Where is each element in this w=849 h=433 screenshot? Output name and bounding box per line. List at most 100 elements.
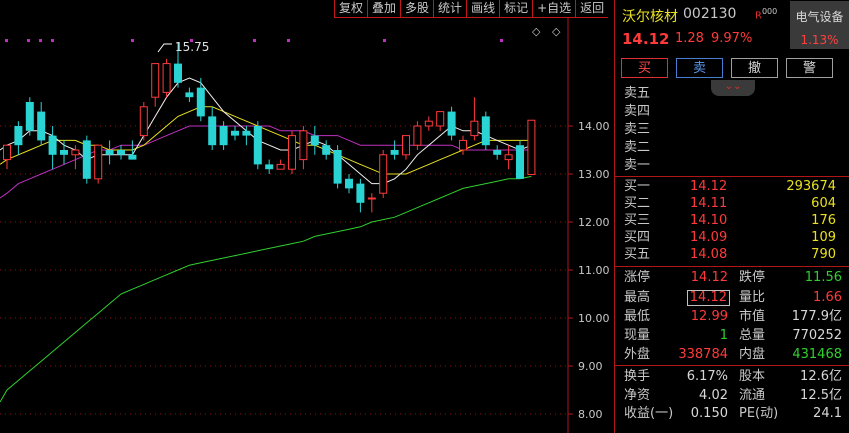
sector-box[interactable]: 电气设备 1.13% [790,1,849,49]
ma60-line [0,175,532,403]
bid-row: 买一 14.12 293674 [624,179,836,194]
peak-annotation: 15.75 [157,40,209,54]
candle-up [299,126,308,170]
toolbar-item-mark[interactable]: 标记 [499,0,533,18]
stat-row: 收益(一) 0.150 PE(动) 24.1 [624,406,842,421]
toolbar-item-back[interactable]: 返回 [575,0,609,18]
toolbar: 复权 叠加 多股 统计 画线 标记 +自选 返回 [334,0,609,18]
candle-up [94,144,103,184]
candle-up [139,102,148,141]
bid-row: 买五 14.08 790 [624,247,836,262]
candle-body [25,102,34,131]
candle-down [105,140,114,165]
candle-body [151,63,160,98]
y-tick-label: 9.00 [578,360,603,373]
candle-down [48,126,57,170]
candle-down [14,121,23,155]
options-icon[interactable]: ◇ [552,25,561,38]
candle-down [310,126,319,155]
buy-button[interactable]: 买 [621,58,668,78]
event-marker [287,39,290,42]
event-marker [51,39,54,42]
candle-up [402,135,410,160]
candle-body [196,87,205,117]
bid-row: 买二 14.11 604 [624,196,836,211]
toolbar-item-watchlist[interactable]: +自选 [532,0,576,18]
candle-body [436,111,445,127]
divider [615,365,849,366]
candle-body [242,130,251,136]
candle-body [413,125,422,146]
candle-body [481,116,490,146]
event-marker [27,39,30,42]
candle-up [527,119,536,175]
candle-down [493,145,502,160]
candle-down [231,126,239,141]
candle-body [459,139,467,151]
candle-body [322,145,331,155]
trade-buttons: 买 卖 撤 警 [621,58,833,78]
candle-body [3,144,11,161]
ask-row: 卖三 [624,122,651,137]
quote-panel: 沃尔核材 002130 R000 电气设备 1.13% 14.12 1.28 9… [614,0,849,433]
candle-down [390,140,399,160]
candle-down [25,97,34,136]
sector-name: 电气设备 [795,10,844,24]
y-axis-ticks: 14.00 13.00 12.00 11.00 10.00 9.00 8.00 [568,120,610,421]
candle-body [310,135,319,146]
candle-down [333,145,342,189]
candle-body [219,126,228,146]
candle-up [276,159,285,170]
y-tick-label: 10.00 [578,312,610,325]
candle-body [299,130,308,161]
candle-body [60,150,68,155]
candle-up [162,58,171,98]
kline-chart[interactable]: 14.0013.0012.0011.0010.009.008.00 15.75 … [0,0,614,433]
candle-body [516,145,524,179]
sell-button[interactable]: 卖 [676,58,723,78]
candle-body [379,154,388,194]
toolbar-item-adjust[interactable]: 复权 [334,0,368,18]
alert-button[interactable]: 警 [786,58,833,78]
candle-body [71,149,80,156]
divider [615,266,849,267]
candle-body [288,135,296,170]
event-marker [39,39,42,42]
price-change: 1.28 [675,31,704,46]
toolbar-item-overlay[interactable]: 叠加 [367,0,401,18]
candle-down [356,178,365,213]
candle-up [379,150,388,198]
candle-body [48,135,57,155]
candle-body [527,119,536,175]
toolbar-item-multi[interactable]: 多股 [400,0,434,18]
y-tick-label: 8.00 [578,408,603,421]
candle-up [367,193,376,213]
ask-row: 卖五 [624,86,651,101]
candle-up [470,97,479,141]
divider [615,176,849,177]
candle-down [117,145,125,160]
candle-down [208,106,217,150]
event-marker [131,39,134,42]
y-tick-label: 14.00 [578,120,610,133]
cancel-button[interactable]: 撤 [731,58,778,78]
candle-body [185,92,194,98]
event-marker [253,39,256,42]
candle-body [37,111,46,141]
toolbar-item-draw[interactable]: 画线 [466,0,500,18]
candle-body [94,144,103,180]
candle-body [139,106,148,137]
stat-row: 净资 4.02 流通 12.5亿 [624,388,842,403]
candle-body [253,126,262,165]
candle-body [208,116,217,146]
candle-body [14,126,23,146]
candle-down [516,140,524,179]
toolbar-item-stats[interactable]: 统计 [433,0,467,18]
candle-body [424,120,433,127]
candle-body [117,150,125,155]
y-tick-label: 11.00 [578,264,610,277]
event-markers [5,39,503,42]
candles [3,42,536,213]
diamond-icon[interactable]: ◇ [532,25,541,38]
candle-down [253,121,262,170]
